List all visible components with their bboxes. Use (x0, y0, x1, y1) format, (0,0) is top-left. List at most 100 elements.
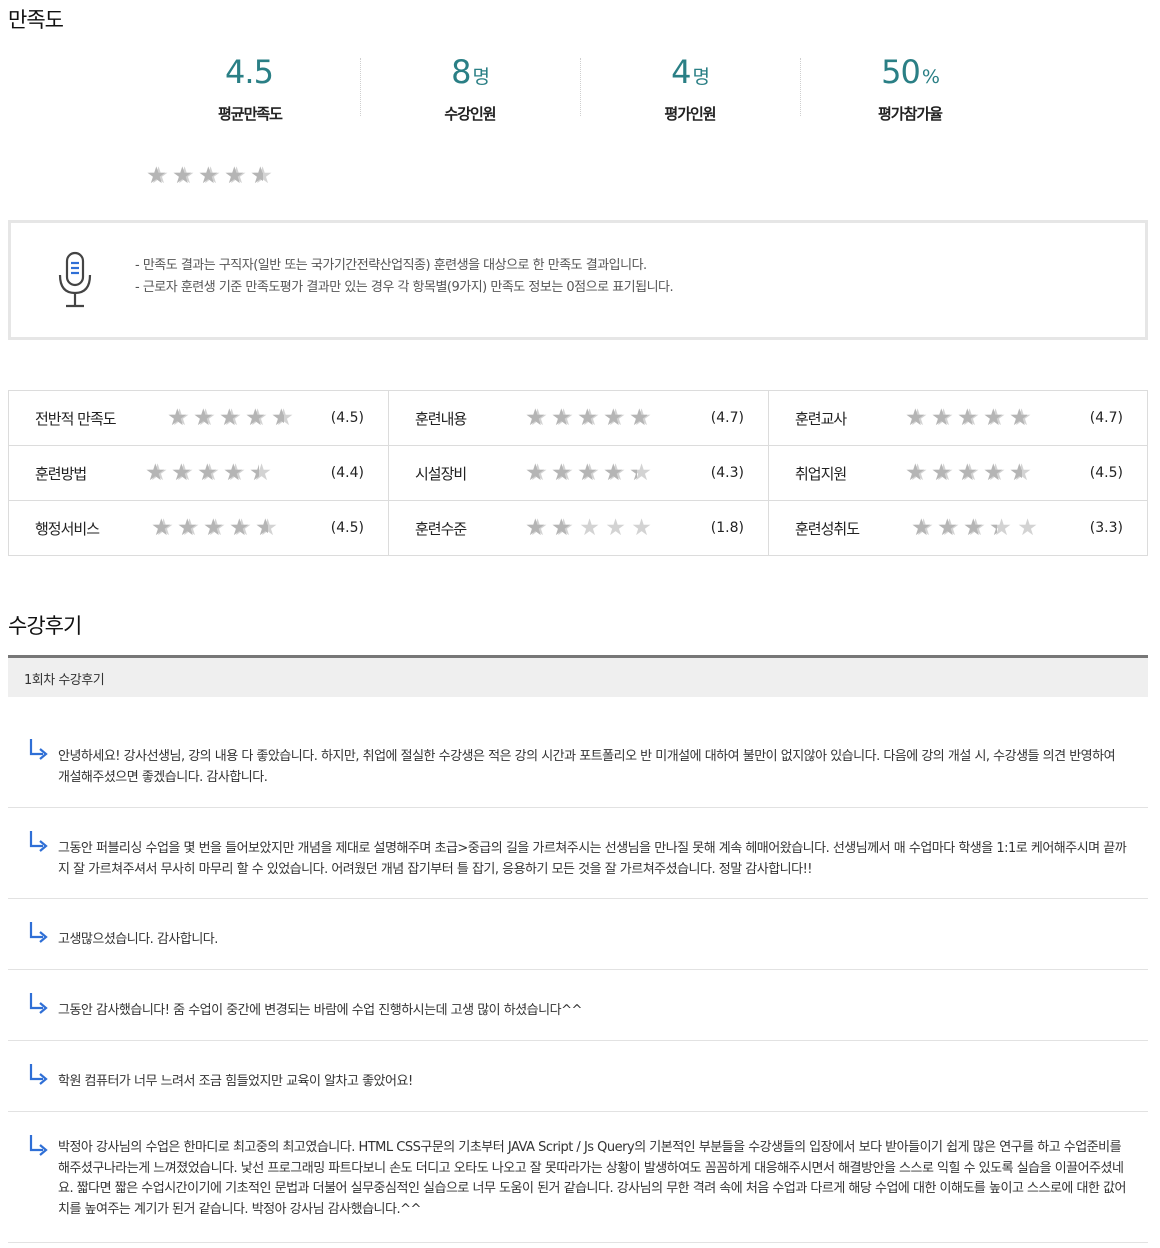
rating-label: 훈련수준 (415, 519, 467, 538)
star-icon: ★★ (551, 514, 574, 541)
star-icon: ★★ (171, 461, 196, 485)
stat-value: 4명 (671, 53, 710, 91)
review-text: 그동안 감사했습니다! 줌 수업이 중간에 변경되는 바람에 수업 진행하시는데… (58, 1003, 582, 1018)
star-fill: ★ (172, 165, 193, 188)
star-icon: ★★ (198, 165, 223, 188)
star-fill: ★ (245, 406, 266, 430)
review-text: 그동안 퍼블리싱 수업을 몇 번을 들어보았지만 개념을 제대로 설명해주며 초… (58, 841, 1127, 877)
star-icon: ★★ (255, 514, 278, 541)
star-icon: ★★ (551, 461, 576, 485)
star-icon: ★★ (223, 461, 248, 485)
rating-method: 훈련방법 ★★★★★★★★★★ (4.4) (9, 446, 389, 501)
star-fill: ★ (224, 165, 245, 188)
rating-stars: ★★★★★★★★★ (911, 516, 1040, 540)
stat-value: 4.5 (225, 53, 274, 91)
reply-arrow-icon (29, 1135, 48, 1156)
review-text: 박정아 강사님의 수업은 한마디로 최고중의 최고였습니다. HTML CSS구… (58, 1140, 1126, 1217)
star-icon: ★★ (271, 404, 294, 431)
star-icon: ★★ (905, 406, 930, 430)
rating-label: 훈련교사 (795, 409, 847, 428)
star-icon: ★★ (229, 516, 254, 540)
tab-review-round-1[interactable]: 1회차 수강후기 (24, 669, 105, 688)
star-icon: ★★ (172, 165, 197, 188)
star-fill: ★ (525, 516, 546, 540)
review-list: 안녕하세요! 강사선생님, 강의 내용 다 좋았습니다. 하지만, 취업에 절실… (8, 716, 1148, 1243)
star-icon: ★★ (151, 516, 176, 540)
star-fill: ★ (146, 165, 167, 188)
star-icon: ★★ (983, 461, 1008, 485)
review-text: 고생많으셨습니다. 감사합니다. (58, 932, 218, 947)
star-fill: ★ (198, 165, 219, 188)
star-icon: ★★ (963, 516, 988, 540)
star-fill: ★ (271, 406, 284, 430)
star-icon: ★★ (603, 461, 628, 485)
stat-participation: 50% 평가참가율 (800, 52, 1020, 123)
rating-employment: 취업지원 ★ ★ ★ ★ ★ ★ ★ ★ ★ ★ (4.5) (769, 446, 1147, 501)
review-item: 고생많으셨습니다. 감사합니다. (8, 899, 1148, 970)
star-fill: ★ (171, 461, 192, 485)
star-icon: ★★ (197, 461, 222, 485)
stat-enrolled: 8명 수강인원 (360, 52, 580, 123)
satisfaction-summary: 4.5 평균만족도 8명 수강인원 4명 평가인원 50% 평가참가율 (140, 52, 1020, 123)
star-fill: ★ (193, 406, 214, 430)
rating-label: 전반적 만족도 (35, 409, 117, 428)
star-fill: ★ (525, 461, 546, 485)
microphone-icon (58, 251, 92, 308)
star-icon: ★★ (146, 165, 171, 188)
star-icon: ★★ (250, 163, 273, 189)
star-icon: ★★ (245, 406, 270, 430)
star-fill: ★ (983, 406, 1004, 430)
star-fill: ★ (197, 461, 218, 485)
rating-score: (3.3) (1089, 520, 1123, 536)
rating-stars: ★★★★★★★★★★ (525, 406, 654, 430)
star-fill: ★ (229, 516, 250, 540)
rating-stars: ★★★★★★★★★★ (167, 404, 296, 431)
star-fill: ★ (255, 516, 268, 540)
star-icon: ★★ (911, 516, 936, 540)
rating-score: (4.3) (710, 465, 744, 481)
rating-content: 훈련내용 ★ ★ ★ ★ ★ ★ ★ ★ ★ ★ (4.7) (389, 391, 769, 446)
rating-teacher: 훈련교사 ★ ★ ★ ★ ★ ★ ★ ★ ★ ★ (4.7) (769, 391, 1147, 446)
star-icon: ★★ (989, 516, 1014, 540)
star-fill: ★ (603, 461, 624, 485)
star-icon: ★ (579, 514, 600, 541)
star-icon: ★★ (603, 406, 628, 430)
rating-label: 취업지원 (795, 464, 847, 483)
star-icon: ★★ (957, 406, 982, 430)
stat-label: 평가참가율 (877, 105, 943, 123)
stat-value: 8명 (451, 53, 490, 91)
star-icon: ★ (631, 514, 652, 541)
rating-admin: 행정서비스 ★ ★ ★ ★ ★ ★ ★ ★ ★ ★ (4.5) (9, 501, 389, 555)
star-fill: ★ (931, 461, 952, 485)
stat-label: 평균만족도 (217, 105, 283, 123)
rating-score: (4.4) (330, 465, 364, 481)
star-icon: ★★ (577, 406, 602, 430)
star-icon: ★★ (219, 406, 244, 430)
star-icon: ★★ (983, 406, 1008, 430)
star-fill: ★ (167, 406, 188, 430)
star-fill: ★ (249, 462, 259, 485)
star-icon: ★★ (957, 461, 982, 485)
star-fill: ★ (203, 516, 224, 540)
rating-label: 시설장비 (415, 464, 467, 483)
review-text: 안녕하세요! 강사선생님, 강의 내용 다 좋았습니다. 하지만, 취업에 절실… (58, 749, 1116, 785)
review-item: 안녕하세요! 강사선생님, 강의 내용 다 좋았습니다. 하지만, 취업에 절실… (8, 716, 1148, 808)
rating-score: (4.5) (330, 520, 364, 536)
rating-overall: 전반적 만족도 ★ ★ ★ ★ ★ ★ ★ ★ ★ ★ (4.5) (9, 391, 389, 446)
star-icon: ★★ (203, 516, 228, 540)
star-fill: ★ (603, 406, 624, 430)
star-fill: ★ (151, 516, 172, 540)
reply-arrow-icon (29, 993, 48, 1014)
star-fill: ★ (223, 461, 244, 485)
notice-line: - 만족도 결과는 구직자(일반 또는 국가기간전략산업직종) 훈련생을 대상으… (135, 258, 647, 273)
star-fill: ★ (931, 406, 952, 430)
rating-grid: 전반적 만족도 ★ ★ ★ ★ ★ ★ ★ ★ ★ ★ (4.5) 훈련내용 ★ ★ ★ ★ ★ ★ ★ ★ ★ ★… (8, 390, 1148, 556)
star-icon: ★★ (1009, 404, 1032, 431)
star-icon: ★★ (551, 406, 576, 430)
star-fill: ★ (219, 406, 240, 430)
star-fill: ★ (551, 516, 571, 540)
rating-stars: ★★★★★★★★★★ (525, 461, 654, 485)
star-fill: ★ (629, 462, 637, 485)
star-icon: ★★ (177, 516, 202, 540)
rating-score: (4.5) (330, 410, 364, 426)
